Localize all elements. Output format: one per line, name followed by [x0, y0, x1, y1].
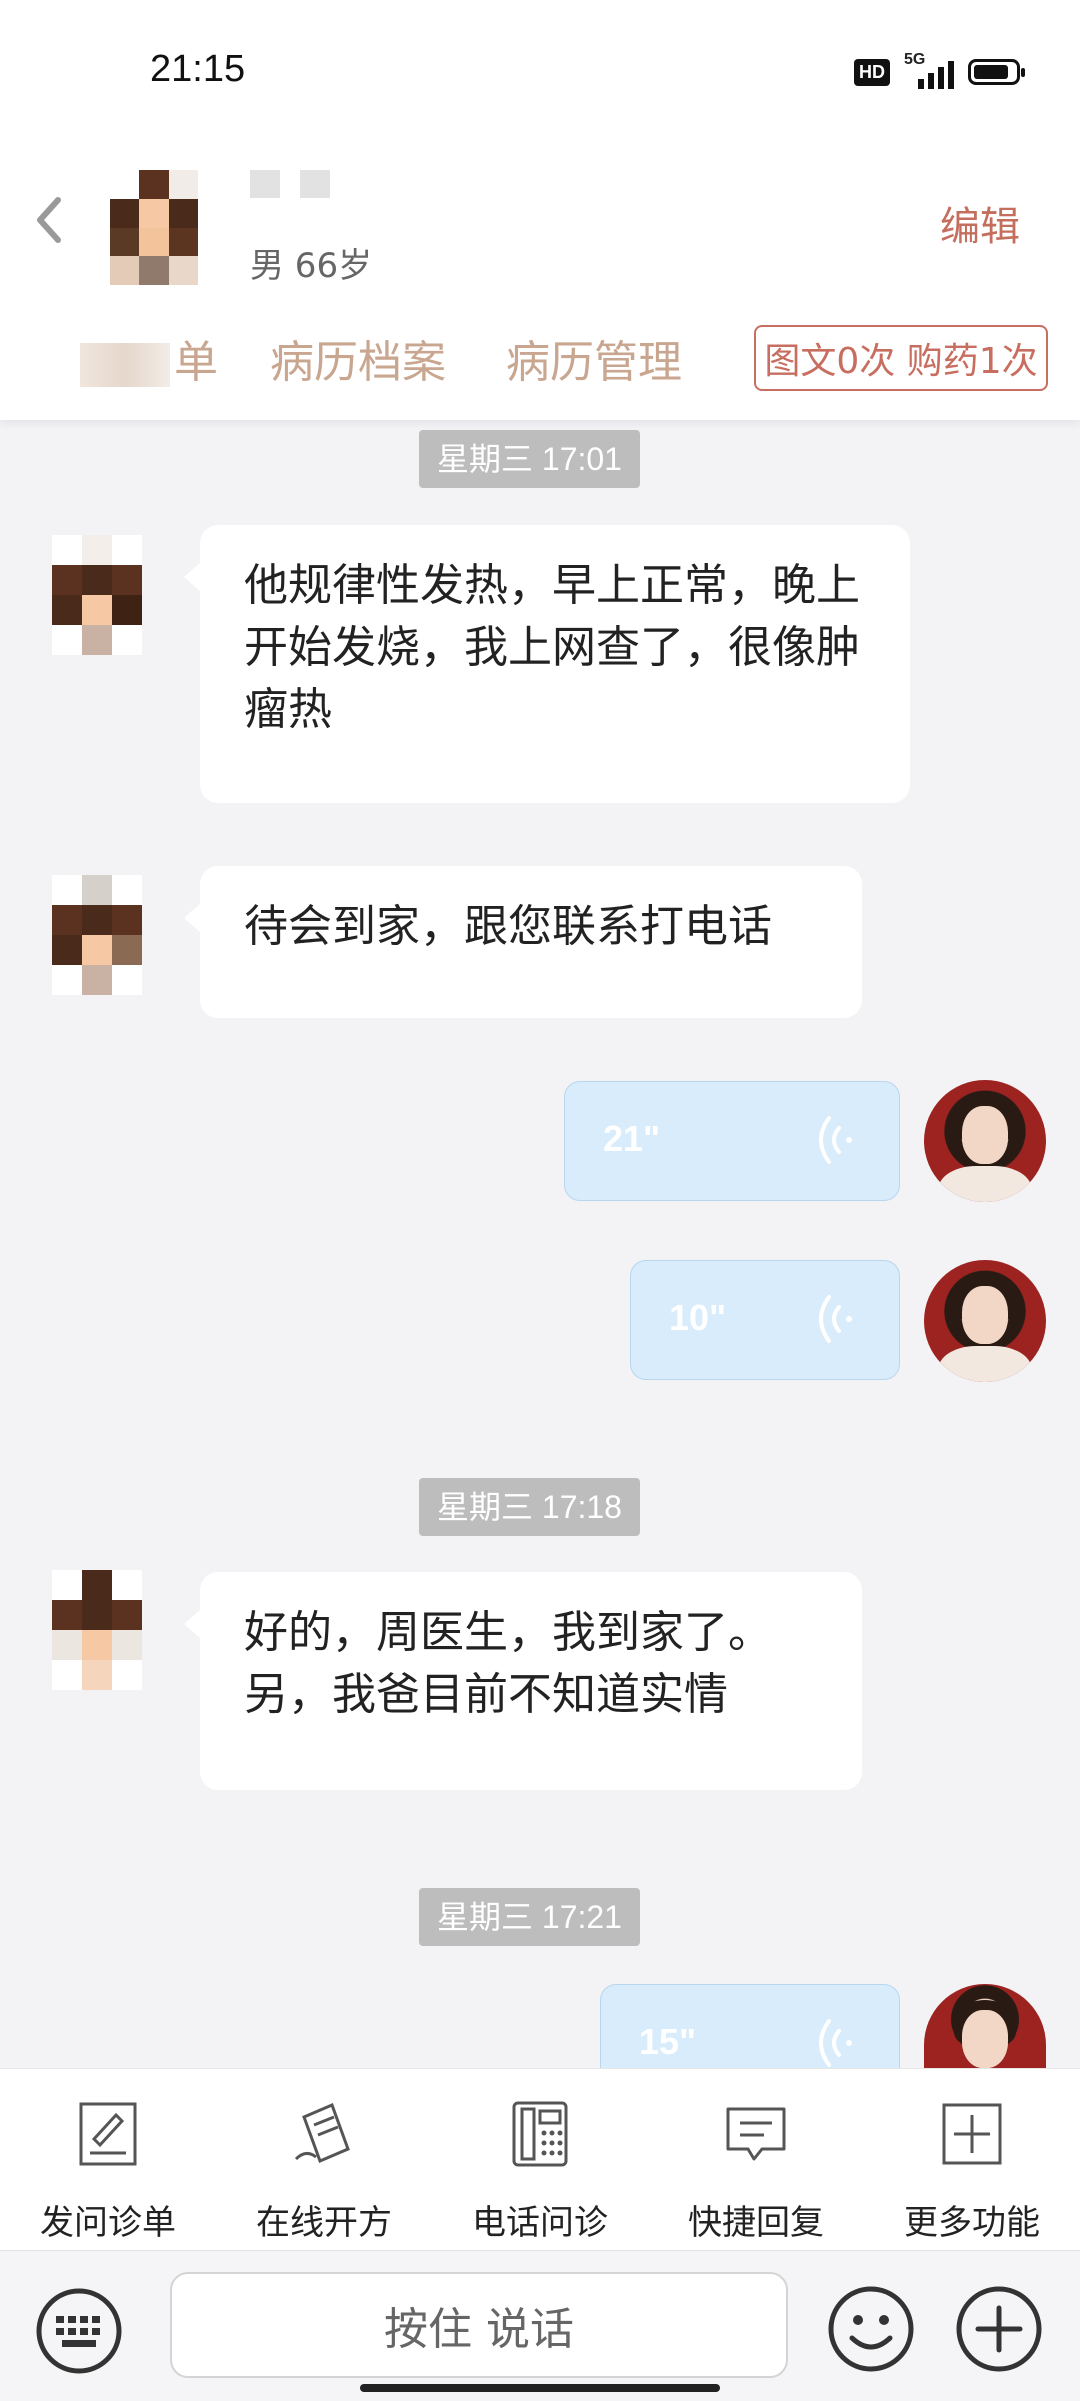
- voice-duration: 10": [669, 1297, 727, 1338]
- tab-consultation[interactable]: 单: [80, 326, 218, 390]
- doctor-avatar[interactable]: [924, 1080, 1046, 1202]
- patient-info: 男 66岁: [250, 246, 373, 286]
- voice-wave-icon: [819, 2019, 852, 2067]
- service-stats-badge[interactable]: 图文0次 购药1次: [754, 325, 1048, 391]
- patient-message-bubble[interactable]: 好的，周医生，我到家了。另，我爸目前不知道实情: [184, 1572, 862, 1790]
- back-icon[interactable]: [28, 190, 72, 250]
- home-indicator[interactable]: [360, 2384, 720, 2392]
- edit-button[interactable]: 编辑: [940, 194, 1020, 252]
- phone-icon: [512, 2101, 568, 2167]
- chat-bubble-icon: [726, 2107, 786, 2161]
- status-icons: HD 5G: [854, 51, 1025, 90]
- keyboard-icon[interactable]: [34, 2286, 124, 2376]
- hold-to-talk-button[interactable]: 按住 说话: [170, 2272, 788, 2378]
- toolbar-label: 快捷回复: [688, 2203, 824, 2243]
- voice-wave-icon: [819, 1116, 852, 1164]
- battery-icon: [968, 59, 1025, 85]
- toolbar-label: 更多功能: [904, 2203, 1040, 2243]
- voice-duration: 15": [639, 2021, 697, 2062]
- quick-reply-button[interactable]: 快捷回复: [648, 2069, 864, 2251]
- doctor-avatar[interactable]: [924, 1260, 1046, 1382]
- voice-message-bubble[interactable]: 21": [564, 1081, 900, 1201]
- function-toolbar: 发问诊单 在线开方 电话问诊 快捷回复 更多功能: [0, 2068, 1080, 2251]
- patient-name-blurred: [250, 170, 330, 198]
- voice-wave-icon: [819, 1295, 852, 1343]
- plus-box-icon: [942, 2103, 1002, 2165]
- doctor-avatar[interactable]: [924, 1984, 1046, 2068]
- more-functions-button[interactable]: 更多功能: [864, 2069, 1080, 2251]
- tab-medical-records[interactable]: 病历档案: [270, 326, 446, 390]
- emoji-icon[interactable]: [826, 2284, 916, 2374]
- send-questionnaire-button[interactable]: 发问诊单: [0, 2069, 216, 2251]
- patient-message-bubble[interactable]: 待会到家，跟您联系打电话: [184, 866, 862, 1018]
- patient-message-avatar[interactable]: [52, 535, 142, 655]
- status-time: 21:15: [150, 48, 246, 90]
- patient-message-avatar[interactable]: [52, 1570, 142, 1690]
- signal-icon: 5G: [904, 51, 954, 89]
- voice-message-bubble[interactable]: 10": [630, 1260, 900, 1380]
- plus-circle-icon[interactable]: [954, 2284, 1044, 2374]
- timestamp-chip: 星期三 17:21: [419, 1888, 640, 1946]
- voice-duration: 21": [603, 1118, 661, 1159]
- tab-record-management[interactable]: 病历管理: [506, 326, 682, 390]
- form-pen-icon: [79, 2102, 137, 2166]
- timestamp-chip: 星期三 17:01: [419, 430, 640, 488]
- toolbar-label: 电话问诊: [472, 2203, 608, 2243]
- hd-icon: HD: [854, 58, 890, 86]
- toolbar-label: 发问诊单: [40, 2203, 176, 2243]
- voice-message-bubble[interactable]: 15": [600, 1984, 900, 2068]
- prescription-icon: [294, 2102, 350, 2164]
- timestamp-chip: 星期三 17:18: [419, 1478, 640, 1536]
- online-prescription-button[interactable]: 在线开方: [216, 2069, 432, 2251]
- patient-message-avatar[interactable]: [52, 875, 142, 995]
- tab-label: 单: [174, 337, 218, 388]
- patient-message-bubble[interactable]: 他规律性发热，早上正常，晚上开始发烧，我上网查了，很像肿瘤热: [184, 525, 910, 803]
- patient-avatar[interactable]: [110, 170, 198, 285]
- battery-level: [974, 65, 1008, 79]
- toolbar-label: 在线开方: [256, 2203, 392, 2243]
- phone-consult-button[interactable]: 电话问诊: [432, 2069, 648, 2251]
